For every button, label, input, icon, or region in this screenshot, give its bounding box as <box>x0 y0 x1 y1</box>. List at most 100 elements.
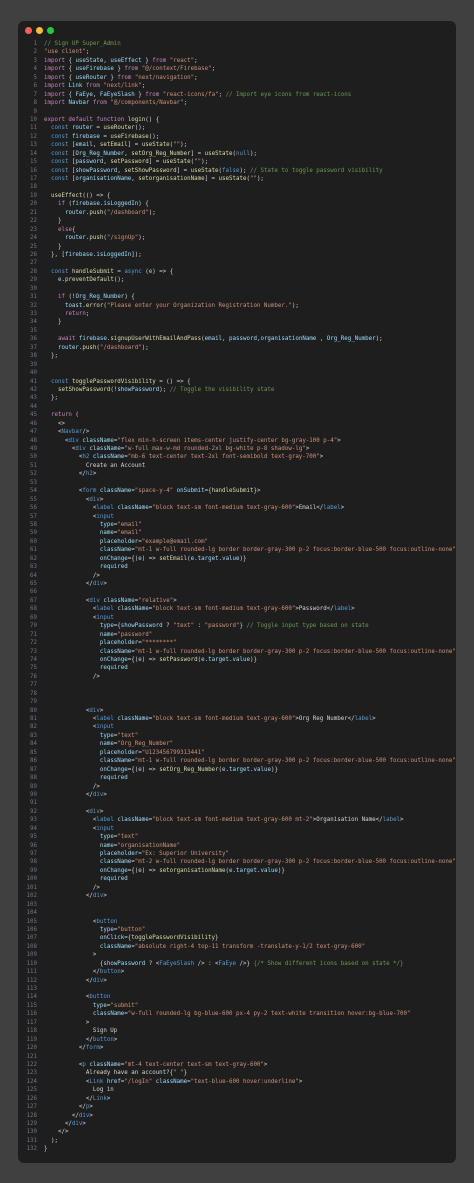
code-line: 126 </Link> <box>18 1095 456 1103</box>
code-line: 47 <Navbar/> <box>18 428 456 436</box>
line-number: 118 <box>26 1028 37 1035</box>
code-line: 67 <div className="relative"> <box>18 597 456 605</box>
code-editor[interactable]: 1 // Sign UP Super_Admin 2 "use client"; 3 im… <box>18 40 456 1154</box>
code-token: ) => <box>141 766 160 773</box>
code-token: email <box>204 336 223 343</box>
code-token: </ <box>44 977 93 984</box>
code-token: setEmail <box>99 142 128 149</box>
code-token: signupUserWithEmailAndPass <box>110 336 202 343</box>
code-token: useState <box>190 167 219 174</box>
code-token: "next/navigation" <box>134 74 195 81</box>
code-token: "block text-sm font-medium text-gray-600… <box>152 606 296 613</box>
code-line: 106 type="button" <box>18 926 456 934</box>
code-line: 52 </h2> <box>18 470 456 478</box>
code-line: 25 } <box>18 243 456 251</box>
code-token: < <box>44 1078 90 1085</box>
minimize-dot[interactable] <box>36 27 43 34</box>
code-line: 38 }; <box>18 352 456 360</box>
code-token: label <box>96 716 114 722</box>
code-line: 7 import { FaEye, FaEyeSlash } from "reac… <box>18 91 456 99</box>
code-token: > <box>89 1112 93 1119</box>
line-number: 106 <box>26 926 37 933</box>
code-token: ); <box>239 167 250 174</box>
line-number: 128 <box>26 1112 37 1119</box>
line-number: 105 <box>26 918 37 925</box>
line-number: 31 <box>30 294 37 301</box>
code-line: 9 <box>18 108 456 116</box>
code-token: ; <box>194 57 198 64</box>
code-token: label <box>323 505 341 512</box>
code-token: type <box>92 1002 107 1009</box>
line-number: 123 <box>26 1070 37 1077</box>
code-token: className <box>99 859 132 866</box>
code-token: showPassword <box>120 623 163 630</box>
code-token: "Ex: Superior University" <box>141 851 229 857</box>
code-token: "@/components/Navbar" <box>110 100 184 107</box>
code-line: 49 <div className="w-full max-w-md round… <box>18 445 456 453</box>
code-token: > <box>340 505 345 512</box>
line-number: 42 <box>30 386 37 393</box>
code-line: 5 import { useRouter } from "next/navigat… <box>18 74 456 82</box>
line-number: 56 <box>30 505 37 512</box>
code-token: isLoggedIn <box>103 201 139 208</box>
code-line: 69 <input <box>18 614 456 622</box>
close-dot[interactable] <box>25 27 32 34</box>
code-text: onChange={(e) => setPassword(e.target.va… <box>44 656 257 664</box>
maximize-dot[interactable] <box>47 27 54 34</box>
code-token: , <box>222 336 230 343</box>
code-token: } <box>44 1146 48 1153</box>
line-number: 69 <box>30 614 37 621</box>
code-line: 87 onChange={(e) => setOrg_Reg_Number(e.… <box>18 766 456 774</box>
code-text: router.push("/signUp"); <box>44 234 145 242</box>
code-token: > <box>99 496 104 503</box>
code-text: Sign Up <box>44 1027 117 1035</box>
code-token: useFirebase <box>75 66 114 73</box>
code-token: }> <box>253 488 261 495</box>
code-token: > <box>372 716 376 722</box>
code-token: ( <box>71 412 79 419</box>
code-token: from <box>92 100 107 107</box>
code-text: <div> <box>44 808 103 816</box>
code-token: // Sign UP Super_Admin <box>44 41 121 47</box>
code-text: Already have an account?{" "} <box>44 1069 187 1077</box>
code-token: className <box>99 488 132 495</box>
code-token: > <box>103 977 107 984</box>
code-line: 21 router.push("/dashboard"); <box>18 209 456 217</box>
line-number: 121 <box>26 1053 37 1060</box>
line-number: 74 <box>30 656 37 663</box>
line-number: 16 <box>30 167 37 174</box>
code-token: < <box>44 716 97 722</box>
code-token: div <box>75 446 86 452</box>
code-token: "w-full max-w-md rounded-2xl bg-white p-… <box>124 446 306 452</box>
line-number: 115 <box>26 1002 37 1009</box>
code-token: div <box>92 977 104 984</box>
code-token: // Import eye icons from react-icons <box>225 91 352 98</box>
code-token: { <box>64 66 76 73</box>
code-line: 114 <button <box>18 993 456 1001</box>
code-token: required <box>99 564 128 571</box>
code-token: { <box>64 57 76 64</box>
code-line: 43 }; <box>18 394 456 402</box>
code-line: 128 </div> <box>18 1112 456 1120</box>
line-number: 92 <box>30 808 37 815</box>
code-line: 81 <label className="block text-sm font-… <box>18 715 456 723</box>
code-text: }, [firebase.isLoggedIn]); <box>44 251 142 259</box>
code-token: name <box>99 530 114 537</box>
code-token: label <box>96 505 114 512</box>
line-number: 68 <box>30 606 37 613</box>
code-text: <button <box>44 918 117 926</box>
code-token: ); <box>201 159 209 166</box>
code-token: "mt-1 w-full rounded-lg border border-gr… <box>134 758 456 765</box>
code-token: firebase <box>71 201 100 208</box>
code-token: = () => { <box>155 378 191 385</box>
code-token: < <box>44 513 97 520</box>
line-number: 25 <box>30 243 37 250</box>
code-token: ) { <box>124 294 135 301</box>
code-token: > <box>103 581 107 587</box>
code-token: type <box>99 834 114 841</box>
code-text: const [password, setPassword] = useState… <box>44 158 208 166</box>
code-token: useEffect <box>110 57 142 64</box>
code-text: <label className="block text-sm font-med… <box>44 816 404 824</box>
